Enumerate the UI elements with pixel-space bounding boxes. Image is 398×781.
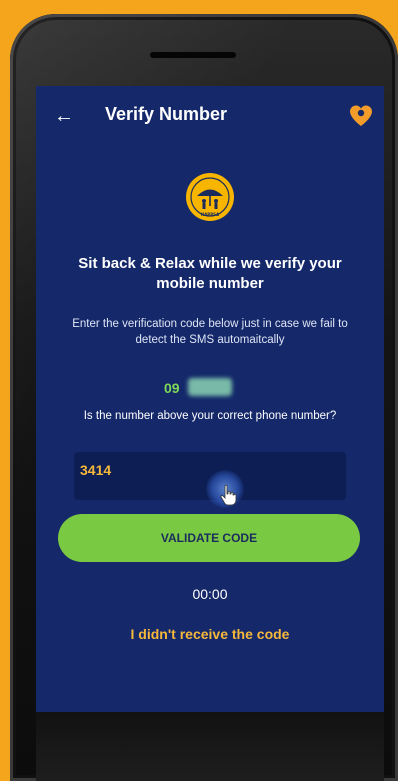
resend-code-link[interactable]: I didn't receive the code <box>36 626 384 642</box>
app-screen: ← Verify Number NAPPSA Sit back & Relax … <box>36 86 384 712</box>
verify-heading: Sit back & Relax while we verify your mo… <box>78 255 342 292</box>
heart-pin-icon[interactable] <box>348 104 374 128</box>
phone-speaker <box>150 52 236 58</box>
phone-number-prefix: 09 <box>164 380 180 396</box>
hand-cursor-icon <box>220 484 237 506</box>
phone-bottom-bezel <box>36 712 384 781</box>
logo-lettering: NAPPSA <box>201 212 220 217</box>
confirm-number-question: Is the number above your correct phone n… <box>83 410 337 422</box>
phone-number-redacted <box>188 378 232 396</box>
instruction-text: Enter the verification code below just i… <box>72 318 348 346</box>
organization-logo: NAPPSA <box>186 173 234 221</box>
countdown-timer: 00:00 <box>192 586 228 602</box>
app-bar: ← Verify Number <box>36 86 384 148</box>
validate-code-button[interactable]: VALIDATE CODE <box>58 514 360 562</box>
arrow-left-icon[interactable]: ← <box>54 102 74 130</box>
code-input-value: 3414 <box>80 462 112 478</box>
page-title: Verify Number <box>105 104 228 124</box>
